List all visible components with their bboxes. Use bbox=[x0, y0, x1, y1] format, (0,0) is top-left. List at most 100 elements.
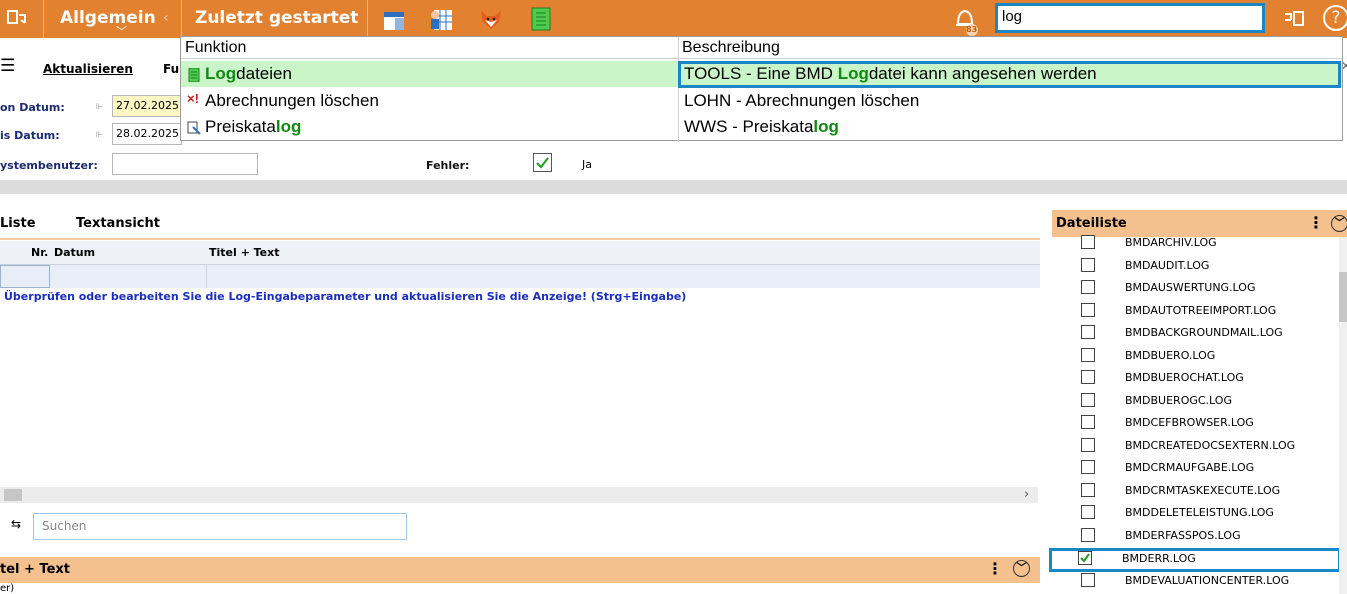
column-header-function: Funktion bbox=[185, 39, 247, 56]
top-toolbar: Allgemein ﹀ ‹ Zuletzt gestartet 83 ? bbox=[0, 0, 1347, 38]
file-name: BMDBACKGROUNDMAIL.LOG bbox=[1125, 326, 1283, 339]
file-list-item[interactable]: BMDAUSWERTUNG.LOG bbox=[1052, 278, 1342, 300]
column-header-description: Beschreibung bbox=[682, 39, 780, 56]
chevron-right-icon[interactable]: › bbox=[1024, 487, 1029, 502]
column-header-title[interactable]: Titel + Text bbox=[209, 246, 280, 259]
chevron-right-icon[interactable]: ⊩ bbox=[96, 130, 103, 139]
file-checkbox[interactable] bbox=[1081, 572, 1095, 587]
functions-menu[interactable]: Fu bbox=[163, 62, 179, 76]
file-name: BMDCRMTASKEXECUTE.LOG bbox=[1125, 483, 1281, 497]
result-description: WWS - Preiskatalog bbox=[684, 117, 839, 136]
export-icon[interactable] bbox=[1283, 10, 1305, 28]
file-checkbox[interactable] bbox=[1081, 437, 1095, 452]
more-options-icon[interactable]: ⋮ bbox=[1308, 213, 1324, 232]
hamburger-menu-icon[interactable]: ☰ bbox=[0, 56, 15, 76]
app-menu-icon[interactable] bbox=[7, 9, 27, 27]
file-list-item[interactable]: BMDAUTOTREEIMPORT.LOG bbox=[1052, 301, 1342, 323]
horizontal-scrollbar[interactable]: › bbox=[0, 487, 1038, 503]
menu-recently-started[interactable]: Zuletzt gestartet bbox=[195, 8, 358, 28]
to-date-field[interactable]: 28.02.2025 bbox=[112, 123, 182, 145]
global-search-field[interactable] bbox=[995, 3, 1265, 33]
file-checkbox[interactable] bbox=[1081, 257, 1095, 272]
chevron-right-icon[interactable]: ⊩ bbox=[96, 102, 103, 111]
error-checkbox[interactable] bbox=[533, 153, 552, 172]
file-name: BMDCRMAUFGABE.LOG bbox=[1125, 461, 1255, 474]
help-icon[interactable]: ? bbox=[1323, 5, 1347, 31]
file-checkbox[interactable] bbox=[1081, 527, 1095, 542]
file-list-item[interactable]: BMDBUEROCHAT.LOG bbox=[1052, 368, 1342, 390]
file-list-item[interactable]: BMDERFASSPOS.LOG bbox=[1052, 526, 1342, 548]
file-checkbox[interactable] bbox=[1081, 505, 1095, 519]
file-checkbox[interactable] bbox=[1081, 235, 1095, 249]
result-row[interactable]: ×! Abrechnungen löschen LOHN - Abrechnun… bbox=[181, 88, 1342, 114]
file-list-item[interactable]: BMDCRMTASKEXECUTE.LOG bbox=[1052, 481, 1342, 503]
file-list-item[interactable]: BMDDELETELEISTUNG.LOG bbox=[1052, 503, 1342, 525]
file-name: BMDERFASSPOS.LOG bbox=[1125, 528, 1241, 542]
menu-general[interactable]: Allgemein bbox=[60, 8, 156, 28]
from-date-field[interactable]: 27.02.2025 bbox=[112, 95, 182, 117]
global-search-input[interactable] bbox=[1002, 8, 1258, 25]
file-checkbox[interactable] bbox=[1078, 551, 1092, 565]
results-header: Funktion Beschreibung bbox=[181, 37, 1342, 59]
file-checkbox[interactable] bbox=[1081, 415, 1095, 429]
file-name: BMDARCHIV.LOG bbox=[1125, 236, 1217, 249]
file-list-item[interactable]: BMDARCHIV.LOG bbox=[1052, 233, 1342, 255]
table-cell-nr[interactable] bbox=[0, 265, 50, 288]
file-checkbox[interactable] bbox=[1081, 460, 1095, 474]
fox-icon[interactable] bbox=[478, 6, 504, 32]
system-user-field[interactable] bbox=[112, 153, 258, 175]
swap-arrows-icon[interactable]: ⇆ bbox=[11, 517, 21, 531]
error-value: Ja bbox=[582, 158, 592, 171]
file-checkbox[interactable] bbox=[1081, 482, 1095, 497]
file-list-item[interactable]: BMDEVALUATIONCENTER.LOG bbox=[1052, 571, 1342, 593]
file-list-item[interactable]: BMDERR.LOG bbox=[1049, 548, 1341, 572]
collapse-icon[interactable]: ﹀ bbox=[1013, 560, 1030, 577]
column-header-nr[interactable]: Nr. bbox=[31, 246, 48, 259]
file-checkbox[interactable] bbox=[1081, 392, 1095, 407]
file-list-item[interactable]: BMDCREATEDOCSEXTERN.LOG bbox=[1052, 436, 1342, 458]
document-window-icon[interactable] bbox=[382, 6, 408, 32]
result-function: Preiskatalog bbox=[205, 117, 302, 136]
refresh-button[interactable]: Aktualisieren bbox=[43, 62, 133, 76]
spreadsheet-person-icon[interactable] bbox=[428, 6, 454, 32]
checkmark-icon bbox=[1080, 553, 1090, 563]
chevron-down-icon[interactable]: ﹀ bbox=[116, 23, 127, 39]
list-search-input[interactable]: Suchen bbox=[33, 513, 407, 540]
scrollbar-thumb[interactable] bbox=[1339, 272, 1347, 322]
notification-bell-icon[interactable]: 83 bbox=[952, 4, 982, 36]
collapse-icon[interactable]: ﹀ bbox=[1331, 215, 1347, 232]
to-date-label: is Datum: bbox=[0, 129, 60, 142]
log-file-icon bbox=[187, 67, 201, 83]
result-row[interactable]: Preiskatalog WWS - Preiskatalog bbox=[181, 114, 1342, 140]
file-list-item[interactable]: BMDBUERO.LOG bbox=[1052, 346, 1342, 368]
file-list-item[interactable]: BMDCEFBROWSER.LOG bbox=[1052, 413, 1342, 435]
detail-panel-snippet: er) bbox=[0, 583, 15, 594]
horizontal-scrollbar[interactable] bbox=[0, 180, 1347, 194]
notification-badge: 83 bbox=[966, 25, 978, 34]
file-list-item[interactable]: BMDAUDIT.LOG bbox=[1052, 256, 1342, 278]
file-name: BMDAUSWERTUNG.LOG bbox=[1125, 281, 1256, 294]
tab-text-view[interactable]: Textansicht bbox=[76, 216, 160, 231]
file-list-item[interactable]: BMDBUEROGC.LOG bbox=[1052, 391, 1342, 413]
table-cell-date[interactable] bbox=[50, 265, 207, 288]
file-name: BMDDELETELEISTUNG.LOG bbox=[1125, 506, 1274, 519]
empty-state-message: Überprüfen oder bearbeiten Sie die Log-E… bbox=[4, 290, 687, 303]
column-header-date[interactable]: Datum bbox=[54, 246, 95, 259]
file-checkbox[interactable] bbox=[1081, 347, 1095, 362]
error-label: Fehler: bbox=[426, 159, 470, 172]
file-checkbox[interactable] bbox=[1081, 302, 1095, 317]
file-name: BMDBUEROGC.LOG bbox=[1125, 393, 1232, 407]
file-list-item[interactable]: BMDBACKGROUNDMAIL.LOG bbox=[1052, 323, 1342, 345]
file-name: BMDAUTOTREEIMPORT.LOG bbox=[1125, 303, 1277, 317]
file-checkbox[interactable] bbox=[1081, 280, 1095, 294]
more-options-icon[interactable]: ⋮ bbox=[987, 559, 1003, 578]
file-name: BMDAUDIT.LOG bbox=[1125, 258, 1210, 272]
chevron-left-icon[interactable]: ‹ bbox=[163, 10, 169, 26]
log-file-icon[interactable] bbox=[528, 6, 554, 32]
file-checkbox[interactable] bbox=[1081, 325, 1095, 339]
tab-list[interactable]: Liste bbox=[0, 216, 36, 231]
table-row[interactable] bbox=[0, 265, 1040, 288]
file-checkbox[interactable] bbox=[1081, 370, 1095, 384]
file-list-item[interactable]: BMDCRMAUFGABE.LOG bbox=[1052, 458, 1342, 480]
detail-panel-title: tel + Text bbox=[0, 562, 70, 577]
